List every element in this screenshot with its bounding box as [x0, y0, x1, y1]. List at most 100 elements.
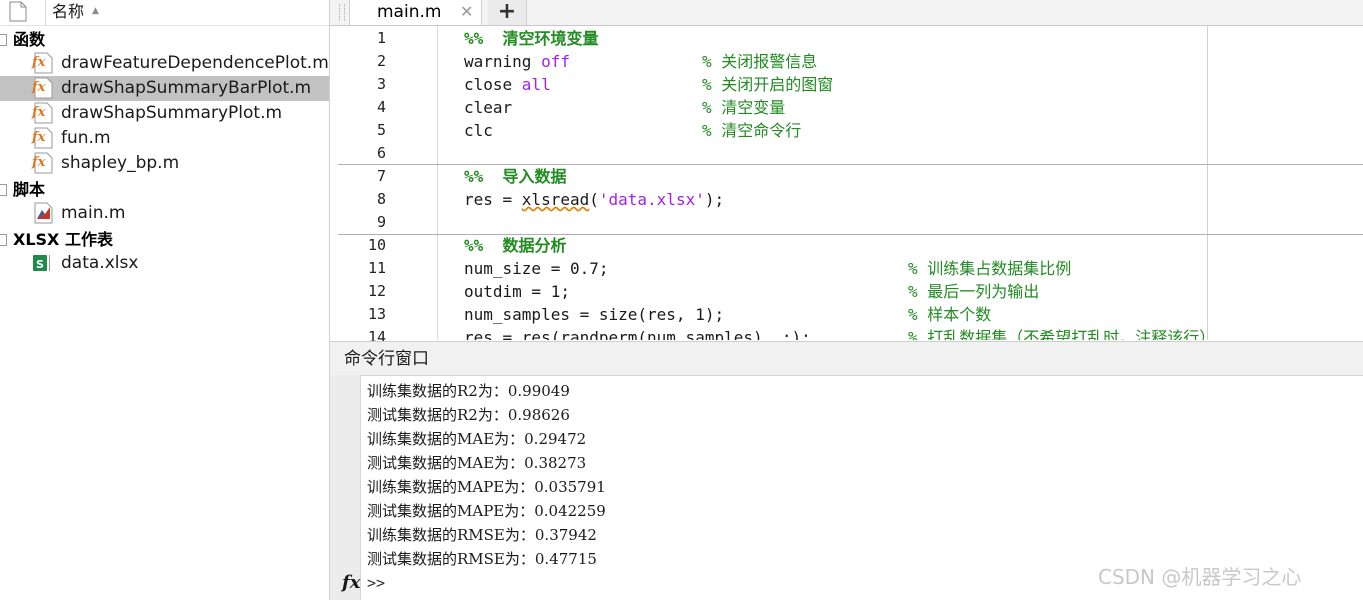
code-text: (: [589, 190, 599, 209]
watermark: CSDN @机器学习之心: [1098, 565, 1302, 589]
file-name: main.m: [61, 203, 126, 223]
section-comment: %% 数据分析: [464, 236, 567, 255]
code-comment: % 关闭报警信息: [702, 52, 818, 71]
command-window: 命令行窗口 训练集数据的R2为：0.99049 测试集数据的R2为：0.9862…: [330, 341, 1363, 600]
group-label: 脚本: [13, 180, 46, 199]
code-line: num_samples = size(res, 1);: [464, 305, 725, 324]
function-file-icon: fx: [31, 77, 53, 99]
add-tab-button[interactable]: +: [488, 0, 527, 25]
code-text: close: [464, 75, 522, 94]
file-item-drawshapsummarybarplot[interactable]: fx drawShapSummaryBarPlot.m: [0, 76, 329, 101]
file-browser-panel: 名称 ▲ 函数 fx drawFeatureDependencePlot.m f…: [0, 0, 330, 600]
code-editor: main.m ✕ + 1 2 3 4 5 6 7 8 9 10 11 12 13…: [330, 0, 1363, 346]
output-line: 测试集数据的RMSE为：0.47715: [367, 550, 597, 568]
output-line: 测试集数据的MAE为：0.38273: [367, 454, 587, 472]
svg-text:fx: fx: [31, 55, 46, 70]
line-number: 7: [376, 167, 386, 185]
file-item-drawshapsummaryplot[interactable]: fx drawShapSummaryPlot.m: [0, 101, 329, 126]
collapse-icon[interactable]: [0, 184, 7, 196]
code-line: res = xlsread('data.xlsx');: [464, 188, 724, 211]
group-xlsx-worksheets[interactable]: XLSX 工作表: [0, 228, 329, 252]
line-number: 11: [367, 259, 386, 277]
string-literal: 'data.xlsx': [598, 190, 705, 209]
file-name: fun.m: [61, 128, 111, 148]
file-item-fun[interactable]: fx fun.m: [0, 126, 329, 151]
function-file-icon: fx: [31, 52, 53, 74]
function-file-icon: fx: [31, 102, 53, 124]
file-name: drawShapSummaryPlot.m: [61, 103, 283, 123]
svg-text:fx: fx: [31, 80, 46, 95]
collapse-icon[interactable]: [0, 34, 7, 46]
code-text: res =: [464, 190, 522, 209]
line-number: 8: [376, 190, 386, 208]
command-prompt[interactable]: >>: [367, 573, 385, 593]
script-file-icon: [34, 202, 53, 224]
code-comment: % 清空变量: [702, 98, 786, 117]
code-line: warning off: [464, 50, 570, 73]
sort-ascending-icon: ▲: [92, 6, 99, 16]
section-divider: [338, 234, 1363, 235]
svg-text:fx: fx: [31, 155, 46, 170]
section-comment: %% 导入数据: [464, 167, 567, 186]
code-comment: % 打乱数据集（不希望打乱时，注释该行）: [908, 328, 1216, 340]
group-scripts[interactable]: 脚本: [0, 178, 329, 202]
line-number: 5: [376, 121, 386, 139]
group-functions[interactable]: 函数: [0, 28, 329, 52]
editor-tab-bar: main.m ✕ +: [330, 0, 1363, 26]
code-text: warning: [464, 52, 542, 71]
line-number: 1: [376, 29, 386, 47]
code-comment: % 样本个数: [908, 305, 992, 324]
code-line: outdim = 1;: [464, 282, 570, 301]
line-number-gutter: 1 2 3 4 5 6 7 8 9 10 11 12 13 14: [330, 26, 438, 346]
function-file-icon: fx: [31, 152, 53, 174]
collapse-icon[interactable]: [0, 234, 7, 246]
svg-text:fx: fx: [31, 130, 46, 145]
line-number: 3: [376, 75, 386, 93]
code-line: clear: [464, 98, 513, 117]
file-type-icon: [9, 1, 27, 22]
file-name: drawShapSummaryBarPlot.m: [61, 78, 312, 98]
output-line: 测试集数据的MAPE为：0.042259: [367, 502, 606, 520]
group-label: 函数: [13, 30, 46, 49]
file-item-shapley-bp[interactable]: fx shapley_bp.m: [0, 151, 329, 176]
file-item-data-xlsx[interactable]: S data.xlsx: [0, 251, 329, 276]
line-number: 12: [367, 282, 386, 300]
svg-text:fx: fx: [31, 105, 46, 120]
section-comment: %% 清空环境变量: [464, 29, 599, 48]
code-line: num_size = 0.7;: [464, 259, 609, 278]
function-browser-icon[interactable]: fx: [342, 573, 360, 593]
code-text-area[interactable]: %% 清空环境变量 warning off % 关闭报警信息 close all…: [438, 26, 1363, 340]
code-comment: % 关闭开启的图窗: [702, 75, 834, 94]
file-item-drawfeaturedependenceplot[interactable]: fx drawFeatureDependencePlot.m: [0, 51, 329, 76]
spreadsheet-file-icon: S: [33, 255, 50, 271]
tab-main-m[interactable]: main.m ✕: [349, 0, 482, 25]
output-line: 训练集数据的MAPE为：0.035791: [367, 478, 606, 496]
command-window-gutter: [330, 375, 361, 600]
line-number: 4: [376, 98, 386, 116]
file-name: data.xlsx: [61, 253, 139, 273]
file-item-main[interactable]: main.m: [0, 201, 329, 226]
function-file-icon: fx: [31, 127, 53, 149]
group-label: XLSX 工作表: [13, 230, 113, 249]
close-icon[interactable]: ✕: [460, 0, 473, 24]
function-call: xlsread: [521, 190, 590, 209]
tab-label: main.m: [377, 2, 442, 22]
code-comment: % 最后一列为输出: [908, 282, 1040, 301]
output-line: 训练集数据的RMSE为：0.37942: [367, 526, 597, 544]
drag-handle-icon[interactable]: [339, 4, 345, 21]
column-divider: [45, 0, 46, 25]
line-number: 9: [376, 213, 386, 231]
keyword: all: [521, 75, 551, 94]
line-number: 6: [376, 144, 386, 162]
command-window-title: 命令行窗口: [344, 349, 429, 369]
name-column-header[interactable]: 名称: [52, 1, 84, 23]
code-comment: % 清空命令行: [702, 121, 802, 140]
code-line: res = res(randperm(num_samples), :);: [464, 328, 811, 340]
output-line: 测试集数据的R2为：0.98626: [367, 406, 570, 424]
code-line: clc: [464, 121, 493, 140]
file-browser-header[interactable]: 名称 ▲: [0, 0, 329, 26]
line-number: 10: [367, 236, 386, 254]
keyword: off: [541, 52, 570, 71]
output-line: 训练集数据的R2为：0.99049: [367, 382, 570, 400]
code-text: );: [704, 190, 725, 209]
